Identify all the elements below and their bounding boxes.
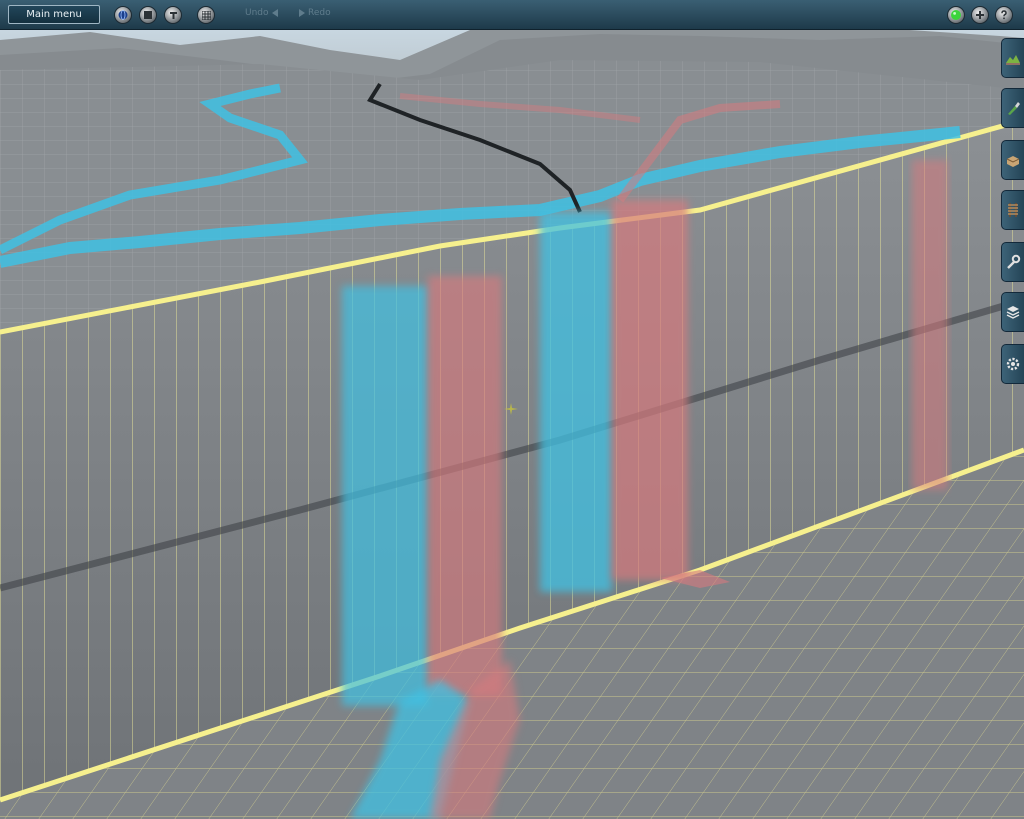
- tool-options-button[interactable]: [164, 6, 182, 24]
- paint-tool-icon: [1008, 102, 1020, 115]
- stop-icon: [140, 7, 156, 23]
- main-menu-button[interactable]: Main menu: [8, 5, 100, 24]
- track-tool-icon: [1008, 203, 1018, 217]
- stop-button[interactable]: [139, 6, 157, 24]
- layers-tool-icon: [1006, 306, 1020, 319]
- top-toolbar: Main menu Undo Redo: [0, 0, 1024, 30]
- terrain-tool-tab[interactable]: [1001, 38, 1024, 78]
- add-button[interactable]: [971, 6, 989, 24]
- wrench-tool-tab[interactable]: [1001, 242, 1024, 282]
- paint-tool-tab[interactable]: [1001, 88, 1024, 128]
- status-light-button[interactable]: [947, 6, 965, 24]
- add-icon: [972, 7, 988, 23]
- globe-button[interactable]: [114, 6, 132, 24]
- redo-button[interactable]: Redo: [296, 8, 331, 18]
- layers-tool-tab[interactable]: [1001, 292, 1024, 332]
- track-tool-tab[interactable]: [1001, 190, 1024, 230]
- undo-button[interactable]: Undo: [245, 8, 281, 18]
- redo-arrow-icon: [299, 8, 305, 17]
- settings-tool-icon: [1006, 357, 1020, 371]
- objects-tool-icon: [1006, 156, 1020, 167]
- globe-icon: [115, 7, 131, 23]
- redo-label: Redo: [308, 8, 331, 18]
- grid-button[interactable]: [197, 6, 215, 24]
- grid-icon: [198, 7, 214, 23]
- help-icon: [996, 7, 1012, 23]
- undo-arrow-icon: [271, 8, 278, 17]
- wrench-tool-icon: [1007, 254, 1021, 269]
- objects-tool-tab[interactable]: [1001, 140, 1024, 180]
- terrain-tool-icon: [1006, 55, 1020, 65]
- help-button[interactable]: [995, 6, 1013, 24]
- settings-tool-tab[interactable]: [1001, 344, 1024, 384]
- tool-options-icon: [165, 7, 181, 23]
- status-light-icon: [948, 7, 964, 23]
- cursor-crosshair-icon: [504, 403, 518, 415]
- undo-label: Undo: [245, 8, 269, 18]
